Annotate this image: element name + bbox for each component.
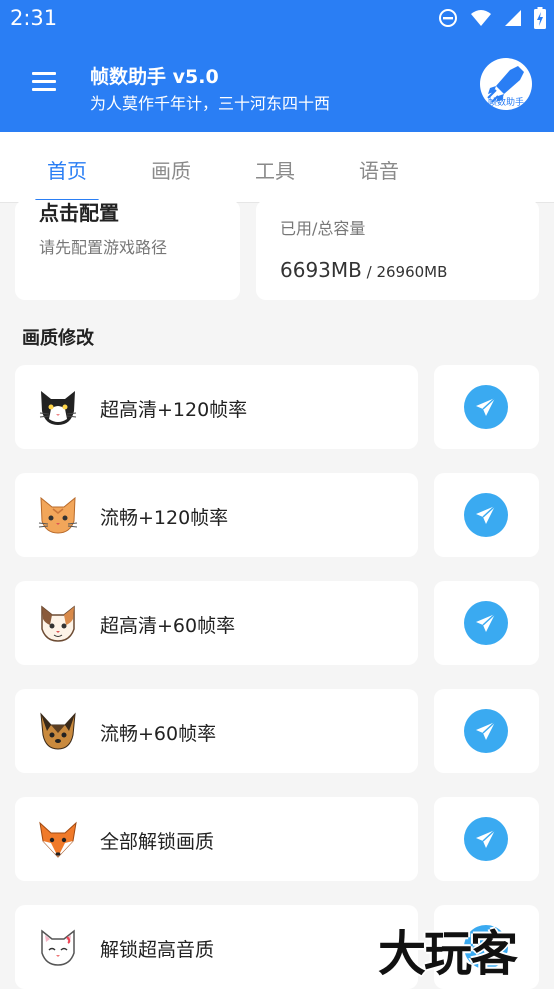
- item-label: 全部解锁画质: [100, 831, 215, 853]
- send-icon: [476, 721, 496, 740]
- apply-card: [434, 473, 539, 557]
- apply-button[interactable]: [464, 709, 508, 753]
- apply-card: [434, 581, 539, 665]
- status-time: 2:31: [10, 6, 58, 30]
- config-card[interactable]: 点击配置 请先配置游戏路径: [15, 200, 240, 300]
- battery-icon: [534, 7, 546, 29]
- storage-card: 已用/总容量 6693MB / 26960MB: [256, 200, 539, 300]
- status-bar: 2:31: [0, 0, 554, 38]
- orange-cat-icon: [38, 496, 78, 534]
- apply-button[interactable]: [464, 493, 508, 537]
- tab-quality[interactable]: 画质: [119, 132, 223, 202]
- tab-home[interactable]: 首页: [15, 132, 119, 202]
- yorkie-dog-icon: [40, 712, 76, 750]
- apply-button[interactable]: [464, 385, 508, 429]
- app-bar: 帧数助手 v5.0 为人莫作千年计，三十河东四十西 帧数助手: [0, 38, 554, 132]
- list-item[interactable]: 流畅+60帧率: [15, 689, 418, 773]
- send-icon: [476, 613, 496, 632]
- config-title: 点击配置: [39, 201, 119, 225]
- storage-values: 6693MB / 26960MB: [280, 258, 447, 282]
- tab-bar: 首页 画质 工具 语音: [0, 132, 554, 203]
- send-icon: [476, 829, 496, 848]
- item-label: 流畅+120帧率: [100, 507, 229, 529]
- calico-cat-icon: [41, 605, 75, 642]
- app-logo[interactable]: 帧数助手: [480, 58, 532, 110]
- apply-card: [434, 797, 539, 881]
- menu-button[interactable]: [32, 72, 56, 92]
- app-title: 帧数助手 v5.0: [90, 66, 219, 88]
- config-subtitle: 请先配置游戏路径: [39, 238, 168, 257]
- list-item[interactable]: 全部解锁画质: [15, 797, 418, 881]
- send-icon: [476, 397, 496, 416]
- storage-label: 已用/总容量: [280, 219, 366, 238]
- fox-icon: [39, 821, 77, 858]
- tab-voice[interactable]: 语音: [327, 132, 431, 202]
- app-logo-text: 帧数助手: [487, 98, 524, 108]
- list-item[interactable]: 流畅+120帧率: [15, 473, 418, 557]
- item-label: 超高清+60帧率: [100, 615, 236, 637]
- apply-button[interactable]: [464, 601, 508, 645]
- storage-total: / 26960MB: [361, 263, 448, 281]
- apply-card: [434, 689, 539, 773]
- app-subtitle: 为人莫作千年计，三十河东四十西: [90, 94, 331, 113]
- black-white-cat-icon: [39, 391, 77, 425]
- watermark: 大玩客: [378, 926, 518, 982]
- signal-icon: [505, 10, 521, 26]
- storage-used: 6693MB: [280, 258, 362, 282]
- item-label: 解锁超高音质: [100, 939, 215, 961]
- item-label: 超高清+120帧率: [100, 399, 248, 421]
- send-icon: [476, 505, 496, 524]
- item-label: 流畅+60帧率: [100, 723, 217, 745]
- list-item[interactable]: 解锁超高音质: [15, 905, 418, 989]
- status-icons: [438, 7, 546, 29]
- list-item[interactable]: 超高清+120帧率: [15, 365, 418, 449]
- apply-button[interactable]: [464, 817, 508, 861]
- white-cat-icon: [41, 929, 75, 966]
- tab-tools[interactable]: 工具: [223, 132, 327, 202]
- list-item[interactable]: 超高清+60帧率: [15, 581, 418, 665]
- apply-card: [434, 365, 539, 449]
- section-title: 画质修改: [22, 328, 94, 349]
- wifi-icon: [471, 10, 491, 26]
- do-not-disturb-icon: [439, 9, 457, 27]
